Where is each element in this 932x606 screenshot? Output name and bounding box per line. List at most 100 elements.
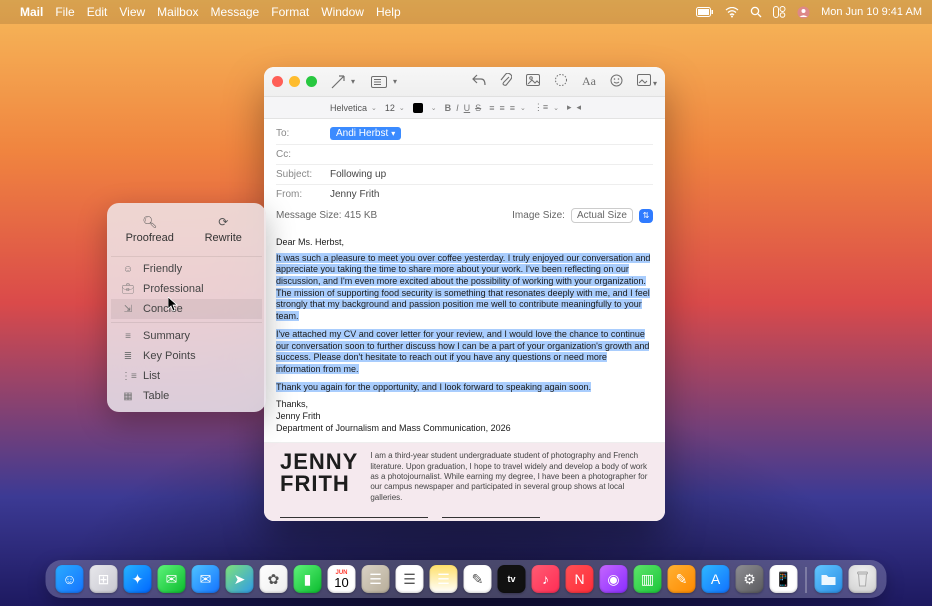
- dock-music[interactable]: ♪: [532, 565, 560, 593]
- tone-concise[interactable]: ⇲Concise: [111, 299, 262, 319]
- list-button[interactable]: ⋮≡: [534, 102, 548, 113]
- list-icon: ⋮≡: [121, 371, 135, 382]
- image-size-label: Image Size:: [512, 210, 565, 221]
- key-points-item[interactable]: ≣Key Points: [111, 346, 262, 366]
- battery-icon[interactable]: [696, 7, 714, 17]
- dock-pages[interactable]: ✎: [668, 565, 696, 593]
- bold-button[interactable]: B: [445, 103, 452, 113]
- rewrite-label: Rewrite: [205, 232, 242, 244]
- dock-tv[interactable]: tv: [498, 565, 526, 593]
- user-icon[interactable]: [797, 6, 810, 19]
- dock-facetime[interactable]: ▮: [294, 565, 322, 593]
- image-size-select[interactable]: Actual Size: [571, 208, 633, 223]
- menubar-mailbox[interactable]: Mailbox: [157, 5, 198, 19]
- proofread-button[interactable]: 🔍︎ Proofread: [115, 211, 185, 250]
- reply-icon[interactable]: [472, 74, 486, 89]
- font-size: 12: [385, 103, 395, 113]
- menubar-view[interactable]: View: [119, 5, 145, 19]
- menubar-edit[interactable]: Edit: [87, 5, 108, 19]
- body-p1: It was such a pleasure to meet you over …: [276, 253, 650, 321]
- dock-mail[interactable]: ✉: [192, 565, 220, 593]
- body-sign-3: Department of Journalism and Mass Commun…: [276, 423, 511, 433]
- menubar-help[interactable]: Help: [376, 5, 401, 19]
- align-center-button[interactable]: ≡: [499, 103, 504, 113]
- dock-podcasts[interactable]: ◉: [600, 565, 628, 593]
- dock-settings[interactable]: ⚙: [736, 565, 764, 593]
- dock-photos[interactable]: ✿: [260, 565, 288, 593]
- font-select[interactable]: Helvetica ⌄: [330, 103, 377, 113]
- menubar-format[interactable]: Format: [271, 5, 309, 19]
- font-size-select[interactable]: 12 ⌄: [385, 103, 405, 113]
- body-p3: Thank you again for the opportunity, and…: [276, 382, 591, 392]
- attach-icon[interactable]: [500, 73, 512, 90]
- dock-reminders[interactable]: ☰: [396, 565, 424, 593]
- dock-trash[interactable]: [849, 565, 877, 593]
- close-button[interactable]: [272, 76, 283, 87]
- control-center-icon[interactable]: [773, 6, 786, 18]
- summary-label: Summary: [143, 330, 190, 342]
- menubar-file[interactable]: File: [55, 5, 74, 19]
- menubar-window[interactable]: Window: [321, 5, 364, 19]
- menubar-clock[interactable]: Mon Jun 10 9:41 AM: [821, 6, 922, 18]
- list-label: List: [143, 370, 160, 382]
- list-item[interactable]: ⋮≡ List: [111, 366, 262, 386]
- table-item[interactable]: ▦Table: [111, 386, 262, 406]
- dock-iphone[interactable]: 📱: [770, 565, 798, 593]
- wifi-icon[interactable]: [725, 7, 739, 18]
- message-size-value: 415 KB: [344, 210, 377, 221]
- header-fields-button[interactable]: ▾: [371, 76, 397, 88]
- tone-professional[interactable]: 💼︎Professional: [111, 279, 262, 299]
- dock-maps[interactable]: ➤: [226, 565, 254, 593]
- attachment-preview[interactable]: JENNY FRITH I am a third-year student un…: [264, 442, 665, 521]
- underline-button[interactable]: U: [464, 103, 471, 113]
- writing-tools-icon[interactable]: [554, 73, 568, 90]
- dock-divider: [806, 567, 807, 593]
- writing-tools-popover: 🔍︎ Proofread ⟳ Rewrite ☺Friendly 💼︎Profe…: [107, 203, 266, 412]
- indent-right-button[interactable]: ▸: [567, 102, 572, 113]
- search-icon[interactable]: [750, 6, 762, 18]
- summary-item[interactable]: ≡Summary: [111, 326, 262, 346]
- dock-downloads[interactable]: [815, 565, 843, 593]
- dock: ☺⊞✦✉✉➤✿▮JUN10☰☰☰✎tv♪N◉▥✎A⚙📱: [46, 560, 887, 598]
- recipient-chip[interactable]: Andi Herbst▾: [330, 127, 401, 140]
- text-color-button[interactable]: [413, 103, 423, 113]
- align-right-button[interactable]: ≡: [510, 103, 515, 113]
- zoom-button[interactable]: [306, 76, 317, 87]
- rewrite-icon: ⟳: [189, 215, 259, 229]
- recipient-name: Andi Herbst: [336, 128, 388, 139]
- from-label: From:: [276, 189, 330, 200]
- dock-appstore[interactable]: A: [702, 565, 730, 593]
- dock-finder[interactable]: ☺: [56, 565, 84, 593]
- photo-browser-icon[interactable]: ▾: [637, 74, 657, 89]
- dock-notes[interactable]: ☰: [430, 565, 458, 593]
- message-body[interactable]: Dear Ms. Herbst, It was such a pleasure …: [264, 227, 665, 521]
- insert-image-icon[interactable]: [526, 74, 540, 89]
- menubar: Mail File Edit View Mailbox Message Form…: [0, 0, 932, 24]
- send-button[interactable]: ▾: [331, 75, 355, 89]
- dock-launchpad[interactable]: ⊞: [90, 565, 118, 593]
- indent-left-button[interactable]: ◂: [577, 102, 582, 113]
- dock-safari[interactable]: ✦: [124, 565, 152, 593]
- dock-contacts[interactable]: ☰: [362, 565, 390, 593]
- friendly-label: Friendly: [143, 263, 182, 275]
- menubar-app-name[interactable]: Mail: [20, 5, 43, 19]
- emoji-icon[interactable]: [610, 74, 623, 90]
- tone-friendly[interactable]: ☺Friendly: [111, 259, 262, 279]
- dock-calendar[interactable]: JUN10: [328, 565, 356, 593]
- dock-freeform[interactable]: ✎: [464, 565, 492, 593]
- to-field[interactable]: Andi Herbst▾: [330, 127, 653, 140]
- dock-news[interactable]: N: [566, 565, 594, 593]
- dock-messages[interactable]: ✉: [158, 565, 186, 593]
- subject-field[interactable]: Following up: [330, 169, 653, 180]
- format-button[interactable]: Aa: [582, 74, 596, 89]
- strike-button[interactable]: S: [475, 103, 481, 113]
- minimize-button[interactable]: [289, 76, 300, 87]
- menubar-message[interactable]: Message: [211, 5, 260, 19]
- italic-button[interactable]: I: [456, 103, 459, 113]
- align-left-button[interactable]: ≡: [489, 103, 494, 113]
- keypoints-label: Key Points: [143, 350, 196, 362]
- dock-numbers[interactable]: ▥: [634, 565, 662, 593]
- rewrite-button[interactable]: ⟳ Rewrite: [189, 211, 259, 250]
- from-field[interactable]: Jenny Frith: [330, 189, 653, 200]
- image-size-stepper[interactable]: ⇅: [639, 209, 653, 223]
